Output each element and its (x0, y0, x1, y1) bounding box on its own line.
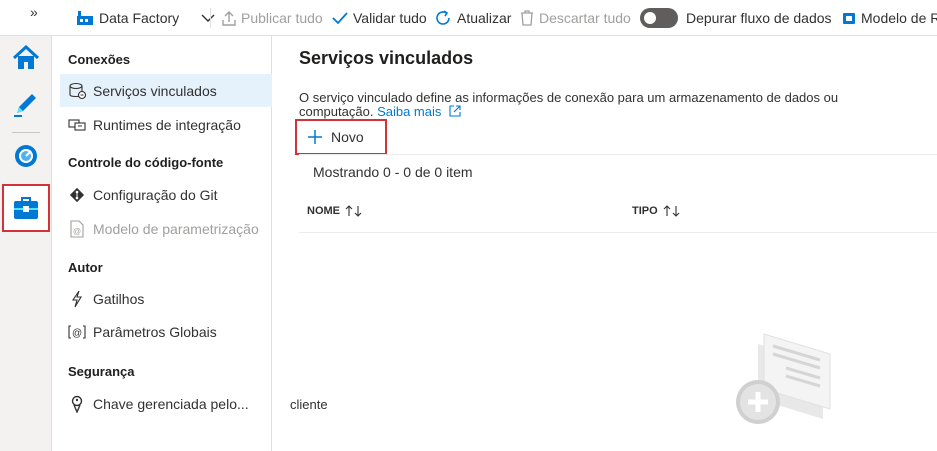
nav-item-git-configuration[interactable]: Configuração do Git (60, 178, 272, 211)
column-header-name[interactable]: NOME (307, 205, 363, 217)
nav-item-integration-runtimes[interactable]: Runtimes de integração (60, 108, 272, 141)
left-rail (0, 36, 52, 451)
svg-text:@: @ (73, 227, 81, 236)
global-parameters-icon: @ (68, 323, 86, 341)
publish-icon (222, 11, 236, 26)
rail-author-button[interactable] (4, 82, 48, 126)
trigger-icon (68, 290, 86, 308)
checkmark-icon (332, 12, 348, 25)
validate-all-label: Validar tudo (353, 10, 427, 26)
rail-home-button[interactable] (4, 36, 48, 80)
column-header-label: TIPO (632, 205, 658, 217)
learn-more-label: Saiba mais (377, 104, 442, 119)
parameter-template-icon: @ (68, 219, 86, 238)
validate-all-button[interactable]: Validar tudo (332, 8, 427, 28)
factory-label: Data Factory (99, 10, 180, 26)
chevron-down-icon (201, 14, 215, 22)
toolbar-divider (210, 8, 211, 28)
refresh-label: Atualizar (457, 10, 512, 26)
refresh-button[interactable]: Atualizar (434, 8, 511, 28)
debug-dataflow-label: Depurar fluxo de dados (686, 10, 832, 26)
nav-item-linked-services[interactable]: Serviços vinculados (60, 74, 272, 107)
nav-section-header: Conexões (68, 52, 131, 67)
template-icon (843, 13, 855, 24)
rail-monitor-button[interactable] (4, 134, 48, 178)
nav-section-header: Autor (68, 260, 103, 275)
divider (299, 154, 937, 155)
discard-all-label: Descartar tudo (539, 10, 631, 26)
nav-section-header: Segurança (68, 364, 135, 379)
empty-state-illustration (736, 333, 831, 424)
page-description: O serviço vinculado define as informaçõe… (299, 91, 879, 119)
column-header-type[interactable]: TIPO (632, 205, 681, 217)
integration-runtime-icon (68, 116, 86, 134)
page-title: Serviços vinculados (299, 48, 474, 68)
nav-item-label: Configuração do Git (93, 186, 218, 203)
table-header-divider (299, 232, 937, 233)
rail-divider (12, 132, 40, 133)
nav-item-parameterization-template[interactable]: @ Modelo de parametrização (60, 212, 272, 245)
monitor-icon (15, 145, 37, 167)
nav-item-label: Parâmetros Globais (93, 323, 217, 340)
plus-icon (308, 130, 322, 144)
git-icon (68, 186, 86, 204)
nav-item-customer-managed-key[interactable]: Chave gerenciada pelo... (60, 387, 272, 420)
svg-text:@: @ (72, 328, 82, 339)
stray-text: cliente (290, 397, 328, 412)
manage-nav-panel: Conexões Serviços vinculados Runtimes de… (52, 36, 272, 451)
expand-icon[interactable]: » (30, 4, 38, 20)
new-button-label: Novo (331, 129, 364, 145)
command-bar: » Data Factory Publicar tudo Validar tud… (0, 0, 937, 36)
nav-item-global-parameters[interactable]: @ Parâmetros Globais (60, 315, 272, 348)
new-linked-service-button[interactable]: Novo (295, 119, 387, 155)
publish-all-label: Publicar tudo (241, 10, 323, 26)
home-icon (12, 45, 40, 69)
template-gallery-label: Modelo de R (861, 10, 937, 26)
nav-section-header: Controle do código-fonte (68, 155, 224, 170)
nav-item-label: Serviços vinculados (93, 82, 217, 99)
factory-icon (77, 11, 93, 25)
template-gallery-button[interactable]: Modelo de R (842, 8, 937, 28)
pencil-icon (14, 94, 36, 117)
nav-item-label: Modelo de parametrização (93, 220, 259, 237)
key-icon (68, 395, 86, 413)
toggle-switch[interactable] (640, 8, 678, 28)
nav-item-label: Chave gerenciada pelo... (93, 395, 249, 412)
nav-item-label: Gatilhos (93, 290, 145, 307)
publish-all-button[interactable]: Publicar tudo (222, 8, 323, 28)
sort-icon (345, 205, 362, 217)
column-header-label: NOME (307, 205, 340, 217)
refresh-icon (436, 10, 450, 25)
learn-more-link[interactable]: Saiba mais (377, 104, 461, 119)
linked-service-icon (68, 82, 86, 100)
main-content: Serviços vinculados O serviço vinculado … (273, 36, 937, 451)
discard-all-button[interactable]: Descartar tudo (520, 8, 631, 28)
nav-item-label: Runtimes de integração (93, 116, 241, 133)
result-count: Mostrando 0 - 0 de 0 item (313, 164, 473, 180)
nav-item-triggers[interactable]: Gatilhos (60, 282, 272, 315)
rail-manage-button[interactable] (2, 184, 50, 232)
sort-icon (663, 205, 680, 217)
trash-icon (521, 10, 533, 26)
debug-dataflow-toggle[interactable]: Depurar fluxo de dados (640, 8, 832, 28)
toolbox-icon (14, 197, 38, 219)
external-link-icon (449, 105, 461, 117)
factory-selector[interactable]: Data Factory (76, 8, 215, 28)
